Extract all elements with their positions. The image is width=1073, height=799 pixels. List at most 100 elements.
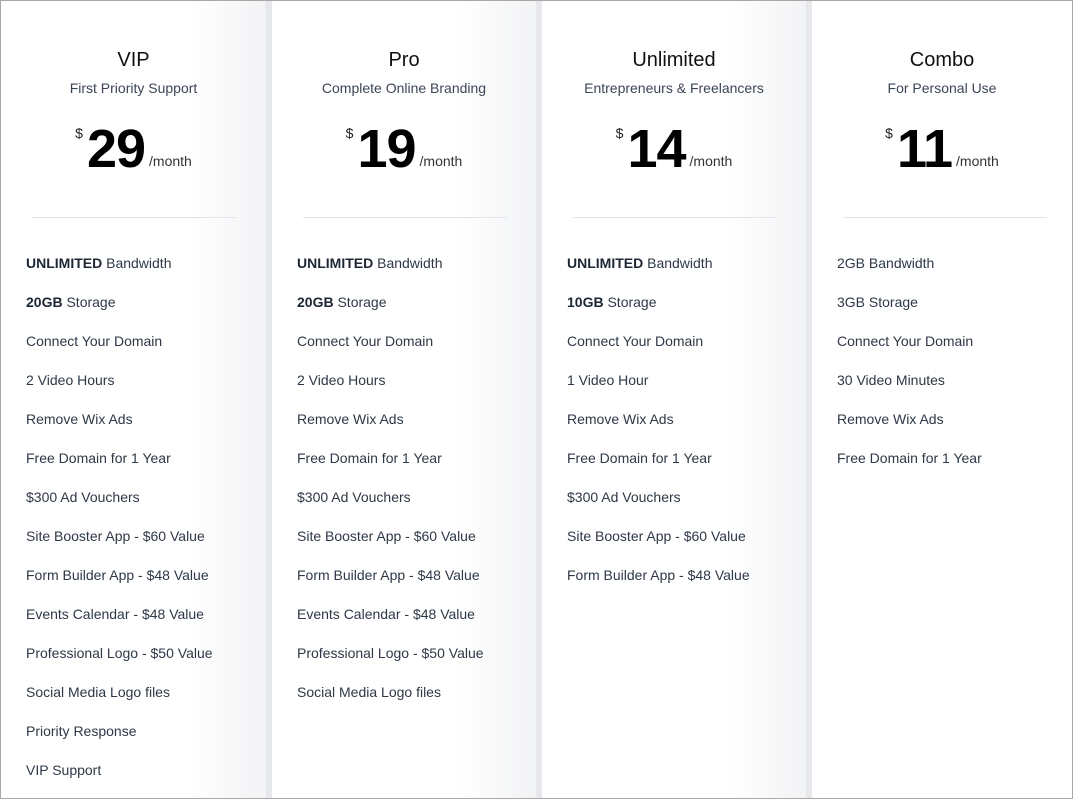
feature-item: Site Booster App - $60 Value bbox=[26, 528, 213, 567]
feature-item: Free Domain for 1 Year bbox=[837, 450, 982, 489]
feature-item: Remove Wix Ads bbox=[26, 411, 213, 450]
feature-text: Remove Wix Ads bbox=[567, 411, 674, 427]
divider bbox=[843, 217, 1047, 218]
price-period: /month bbox=[419, 153, 463, 169]
feature-item: 2 Video Hours bbox=[26, 372, 213, 411]
feature-item: Remove Wix Ads bbox=[567, 411, 750, 450]
plan-card-vip[interactable]: VIP First Priority Support $ 29 /month U… bbox=[1, 1, 266, 798]
feature-item: Remove Wix Ads bbox=[837, 411, 982, 450]
feature-highlight: 10GB bbox=[567, 294, 604, 310]
plan-tagline: Complete Online Branding bbox=[321, 80, 487, 96]
feature-item: $300 Ad Vouchers bbox=[26, 489, 213, 528]
plan-price: $ 19 /month bbox=[272, 119, 536, 179]
feature-text: Site Booster App - $60 Value bbox=[26, 528, 205, 544]
price-amount: 29 bbox=[86, 119, 146, 179]
feature-item: Professional Logo - $50 Value bbox=[297, 645, 484, 684]
feature-text: Remove Wix Ads bbox=[837, 411, 944, 427]
feature-text: Social Media Logo files bbox=[26, 684, 170, 700]
feature-text: Events Calendar - $48 Value bbox=[297, 606, 475, 622]
feature-text: Storage bbox=[333, 294, 387, 310]
feature-text: Form Builder App - $48 Value bbox=[567, 567, 750, 583]
plan-card-combo[interactable]: Combo For Personal Use $ 11 /month 2GB B… bbox=[812, 1, 1072, 798]
feature-item: 2 Video Hours bbox=[297, 372, 484, 411]
currency-symbol: $ bbox=[615, 125, 624, 141]
feature-text: Bandwidth bbox=[643, 255, 713, 271]
feature-text: Remove Wix Ads bbox=[297, 411, 404, 427]
price-amount: 14 bbox=[627, 119, 686, 179]
feature-list: UNLIMITED Bandwidth 10GB Storage Connect Y… bbox=[567, 255, 750, 606]
feature-item: 20GB Storage bbox=[297, 294, 484, 333]
feature-text: $300 Ad Vouchers bbox=[567, 489, 681, 505]
plan-name: Combo bbox=[909, 49, 975, 71]
feature-item: 2GB Bandwidth bbox=[837, 255, 982, 294]
feature-item: Connect Your Domain bbox=[567, 333, 750, 372]
feature-text: Form Builder App - $48 Value bbox=[26, 567, 209, 583]
feature-item: Remove Wix Ads bbox=[297, 411, 484, 450]
feature-text: 2 Video Hours bbox=[26, 372, 115, 388]
price-amount: 11 bbox=[896, 119, 953, 179]
feature-text: Free Domain for 1 Year bbox=[297, 450, 442, 466]
feature-text: $300 Ad Vouchers bbox=[297, 489, 411, 505]
feature-item: UNLIMITED Bandwidth bbox=[297, 255, 484, 294]
feature-text: Storage bbox=[603, 294, 657, 310]
plan-card-pro[interactable]: Pro Complete Online Branding $ 19 /month… bbox=[272, 1, 536, 798]
feature-text: Bandwidth bbox=[373, 255, 443, 271]
feature-text: Professional Logo - $50 Value bbox=[297, 645, 484, 661]
feature-text: Storage bbox=[62, 294, 116, 310]
feature-item: Form Builder App - $48 Value bbox=[297, 567, 484, 606]
feature-highlight: UNLIMITED bbox=[567, 255, 644, 271]
feature-item: $300 Ad Vouchers bbox=[297, 489, 484, 528]
feature-item: 10GB Storage bbox=[567, 294, 750, 333]
feature-highlight: 20GB bbox=[297, 294, 334, 310]
feature-text: Site Booster App - $60 Value bbox=[567, 528, 746, 544]
feature-highlight: UNLIMITED bbox=[26, 255, 103, 271]
feature-text: Events Calendar - $48 Value bbox=[26, 606, 204, 622]
currency-symbol: $ bbox=[345, 125, 354, 141]
feature-item: 30 Video Minutes bbox=[837, 372, 982, 411]
feature-text: Form Builder App - $48 Value bbox=[297, 567, 480, 583]
feature-text: Bandwidth bbox=[102, 255, 172, 271]
currency-symbol: $ bbox=[75, 125, 83, 141]
feature-item: Free Domain for 1 Year bbox=[297, 450, 484, 489]
feature-item: Social Media Logo files bbox=[297, 684, 484, 723]
feature-item: Connect Your Domain bbox=[837, 333, 982, 372]
feature-item: 20GB Storage bbox=[26, 294, 213, 333]
feature-text: 30 Video Minutes bbox=[837, 372, 945, 388]
plan-price: $ 29 /month bbox=[1, 119, 266, 179]
feature-item: UNLIMITED Bandwidth bbox=[26, 255, 213, 294]
feature-item: Social Media Logo files bbox=[26, 684, 213, 723]
plan-name: VIP bbox=[117, 49, 150, 71]
feature-item: Site Booster App - $60 Value bbox=[297, 528, 484, 567]
feature-text: Connect Your Domain bbox=[567, 333, 704, 349]
divider bbox=[573, 217, 777, 218]
feature-text: $300 Ad Vouchers bbox=[26, 489, 140, 505]
feature-text: Free Domain for 1 Year bbox=[26, 450, 171, 466]
feature-text: VIP Support bbox=[26, 762, 102, 778]
feature-item: Events Calendar - $48 Value bbox=[26, 606, 213, 645]
feature-item: Site Booster App - $60 Value bbox=[567, 528, 750, 567]
plan-tagline: First Priority Support bbox=[69, 80, 198, 96]
feature-item: Professional Logo - $50 Value bbox=[26, 645, 213, 684]
feature-item: Connect Your Domain bbox=[297, 333, 484, 372]
price-period: /month bbox=[689, 153, 733, 169]
feature-item: UNLIMITED Bandwidth bbox=[567, 255, 750, 294]
feature-text: 1 Video Hour bbox=[567, 372, 649, 388]
feature-text: Priority Response bbox=[26, 723, 137, 739]
feature-text: Connect Your Domain bbox=[297, 333, 434, 349]
feature-item: Connect Your Domain bbox=[26, 333, 213, 372]
feature-text: Connect Your Domain bbox=[26, 333, 163, 349]
feature-item: VIP Support bbox=[26, 762, 213, 798]
feature-text: Connect Your Domain bbox=[837, 333, 974, 349]
price-amount: 19 bbox=[357, 119, 416, 179]
feature-text: Social Media Logo files bbox=[297, 684, 441, 700]
feature-item: 1 Video Hour bbox=[567, 372, 750, 411]
plan-price: $ 14 /month bbox=[542, 119, 806, 179]
currency-symbol: $ bbox=[885, 125, 893, 141]
feature-highlight: UNLIMITED bbox=[297, 255, 374, 271]
plan-cards: VIP First Priority Support $ 29 /month U… bbox=[1, 1, 1072, 798]
feature-text: 2 Video Hours bbox=[297, 372, 386, 388]
feature-item: Free Domain for 1 Year bbox=[567, 450, 750, 489]
plan-card-unlimited[interactable]: Unlimited Entrepreneurs & Freelancers $ … bbox=[542, 1, 806, 798]
feature-list: UNLIMITED Bandwidth 20GB Storage Connect Y… bbox=[26, 255, 213, 798]
pricing-table: VIP First Priority Support $ 29 /month U… bbox=[0, 0, 1073, 799]
